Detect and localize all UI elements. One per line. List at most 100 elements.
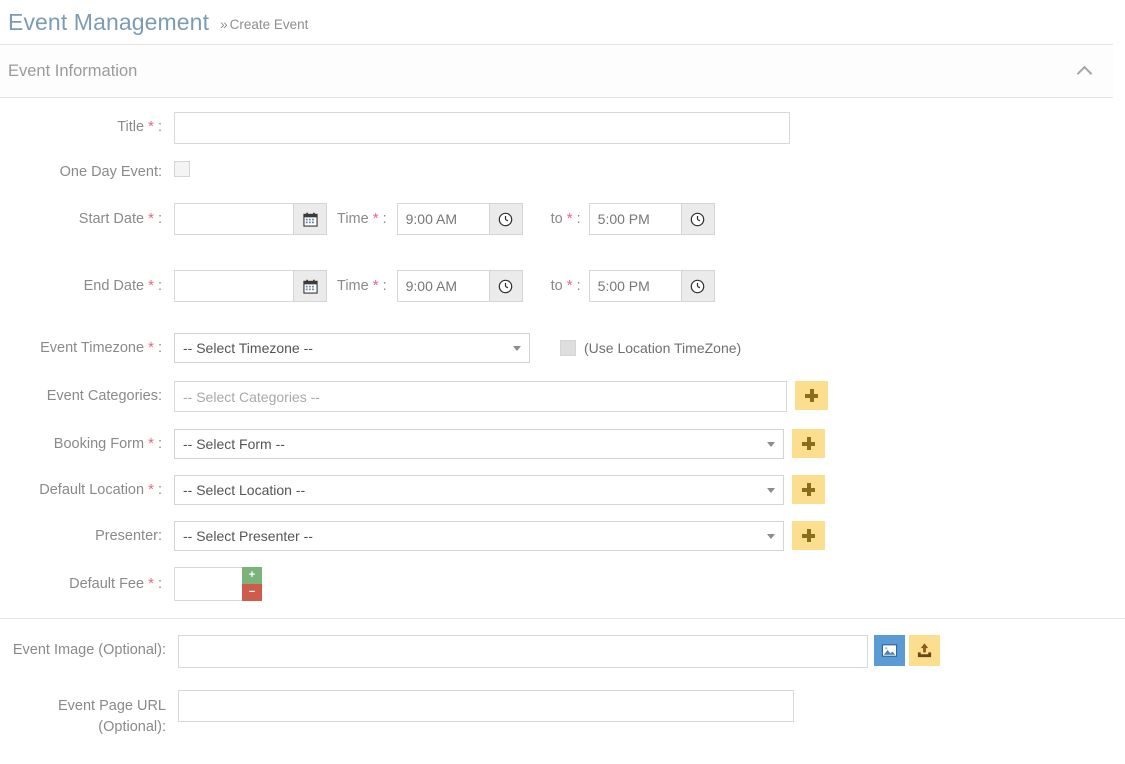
calendar-glyph xyxy=(302,212,318,227)
end-date-label: End Date * : xyxy=(83,277,162,295)
event-page-url-label: Event Page URL (Optional): xyxy=(0,690,178,738)
plus-icon xyxy=(802,437,815,451)
form-row-default-fee: Default Fee * : + − xyxy=(0,567,1125,602)
start-to-label: to * : xyxy=(550,210,581,228)
event-information-form: Title * : One Day Event: Start Date * : xyxy=(0,98,1125,738)
form-row-event-image: Event Image (Optional): xyxy=(0,635,1125,669)
one-day-event-checkbox[interactable] xyxy=(174,161,190,177)
end-date-picker xyxy=(174,270,327,303)
required-marker: * xyxy=(148,339,154,357)
clock-glyph xyxy=(690,279,705,293)
fee-decrement-button[interactable]: − xyxy=(242,584,262,602)
page-header: Event Management » Create Event xyxy=(0,0,1113,45)
calendar-glyph xyxy=(302,279,318,294)
upload-image-button[interactable] xyxy=(909,635,940,667)
form-row-end-date: End Date * : Time *: 9:00 AM to *: 5:0… xyxy=(0,270,1125,303)
clock-glyph xyxy=(498,279,513,293)
booking-form-select[interactable]: -- Select Form -- xyxy=(174,429,784,460)
form-row-event-page-url: Event Page URL (Optional): xyxy=(0,690,1125,738)
collapse-panel-button[interactable] xyxy=(1073,60,1095,82)
plus-icon xyxy=(802,529,815,543)
plus-icon xyxy=(802,483,815,497)
use-location-timezone-checkbox[interactable] xyxy=(560,340,576,357)
one-day-event-label: One Day Event: xyxy=(59,164,162,180)
end-end-time-picker xyxy=(588,270,715,303)
presenter-select[interactable]: -- Select Presenter -- xyxy=(174,521,784,552)
event-image-label: Event Image (Optional): xyxy=(12,642,166,659)
required-marker: * xyxy=(148,435,154,453)
plus-icon xyxy=(805,389,818,403)
required-marker: * xyxy=(148,118,154,135)
start-date-label: Start Date * : xyxy=(78,210,162,228)
start-date-picker xyxy=(174,203,327,236)
start-date-input[interactable] xyxy=(174,203,293,236)
add-booking-form-button[interactable] xyxy=(792,429,825,459)
required-marker: * xyxy=(148,575,154,593)
event-timezone-select[interactable]: -- Select Timezone -- xyxy=(174,333,530,364)
add-category-button[interactable] xyxy=(795,381,828,411)
event-timezone-label: Event Timezone * : xyxy=(40,339,162,357)
event-page-url-label-line1: Event Page URL xyxy=(57,698,166,715)
fee-increment-button[interactable]: + xyxy=(242,567,262,585)
panel-title: Event Information xyxy=(8,61,138,80)
default-fee-stepper: + − xyxy=(242,567,262,602)
required-marker: * xyxy=(148,210,154,228)
use-location-timezone-label: (Use Location TimeZone) xyxy=(584,340,742,357)
form-row-event-timezone: Event Timezone * : -- Select Timezone --… xyxy=(0,333,1125,364)
chevron-up-icon xyxy=(1076,65,1092,81)
default-location-select-wrap: -- Select Location -- xyxy=(174,475,784,506)
form-row-booking-form: Booking Form * : -- Select Form -- xyxy=(0,429,1125,460)
start-to-time-input[interactable] xyxy=(588,203,681,236)
event-categories-label: Event Categories: xyxy=(46,388,162,405)
calendar-icon[interactable] xyxy=(293,270,327,303)
end-time-label: Time * : xyxy=(337,277,387,295)
title-label: Title * : xyxy=(117,118,162,135)
end-to-label: to * : xyxy=(550,277,581,295)
form-row-one-day-event: One Day Event: xyxy=(0,161,1125,181)
end-to-time-input[interactable] xyxy=(588,270,681,303)
event-page-url-input[interactable] xyxy=(178,690,794,723)
event-information-panel-header: Event Information xyxy=(0,45,1113,98)
clock-icon[interactable] xyxy=(680,203,715,236)
calendar-icon[interactable] xyxy=(293,203,327,236)
form-row-presenter: Presenter: -- Select Presenter -- xyxy=(0,521,1125,552)
add-presenter-button[interactable] xyxy=(792,521,825,551)
default-fee-label: Default Fee * : xyxy=(69,575,162,593)
upload-icon xyxy=(917,643,932,658)
required-marker: * xyxy=(148,277,154,295)
breadcrumb-chevron-icon: » xyxy=(220,17,228,32)
clock-icon[interactable] xyxy=(680,270,715,303)
form-row-default-location: Default Location * : -- Select Location … xyxy=(0,475,1125,506)
add-location-button[interactable] xyxy=(792,475,825,505)
clock-glyph xyxy=(690,212,705,226)
start-end-time-picker xyxy=(588,203,715,236)
event-timezone-select-wrap: -- Select Timezone -- xyxy=(174,333,530,364)
clock-icon[interactable] xyxy=(488,270,523,303)
image-icon xyxy=(881,644,898,657)
event-page-url-label-line2: (Optional): xyxy=(98,719,166,736)
event-image-input[interactable] xyxy=(178,635,868,669)
default-location-select[interactable]: -- Select Location -- xyxy=(174,475,784,506)
browse-image-button[interactable] xyxy=(874,635,905,667)
booking-form-label: Booking Form * : xyxy=(53,435,162,453)
title-input[interactable] xyxy=(174,112,790,144)
clock-icon[interactable] xyxy=(488,203,523,236)
start-time-label: Time * : xyxy=(337,210,387,228)
clock-glyph xyxy=(498,212,513,226)
event-categories-input[interactable] xyxy=(174,381,787,413)
breadcrumb: » Create Event xyxy=(220,12,308,32)
end-time-picker xyxy=(396,270,523,303)
default-location-label: Default Location * : xyxy=(39,481,162,499)
start-time-picker xyxy=(396,203,523,236)
form-row-event-categories: Event Categories: xyxy=(0,381,1125,413)
end-time-input[interactable] xyxy=(396,270,489,303)
start-time-input[interactable] xyxy=(396,203,489,236)
form-row-start-date: Start Date * : Time *: 9:00 AM to *: 5… xyxy=(0,203,1125,236)
presenter-select-wrap: -- Select Presenter -- xyxy=(174,521,784,552)
end-date-input[interactable] xyxy=(174,270,293,303)
required-marker: * xyxy=(148,481,154,499)
form-row-title: Title * : xyxy=(0,112,1125,144)
page-title: Event Management xyxy=(8,8,210,35)
breadcrumb-current: Create Event xyxy=(229,17,309,32)
booking-form-select-wrap: -- Select Form -- xyxy=(174,429,784,460)
